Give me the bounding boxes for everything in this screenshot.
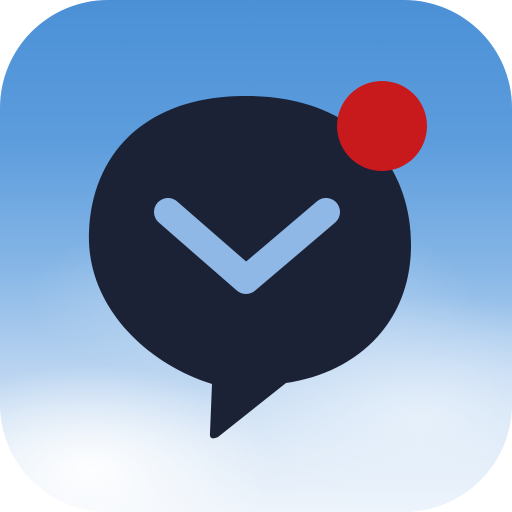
app-icon[interactable] [0, 0, 512, 512]
notification-badge [337, 81, 427, 171]
chat-bubble-icon [88, 81, 427, 439]
